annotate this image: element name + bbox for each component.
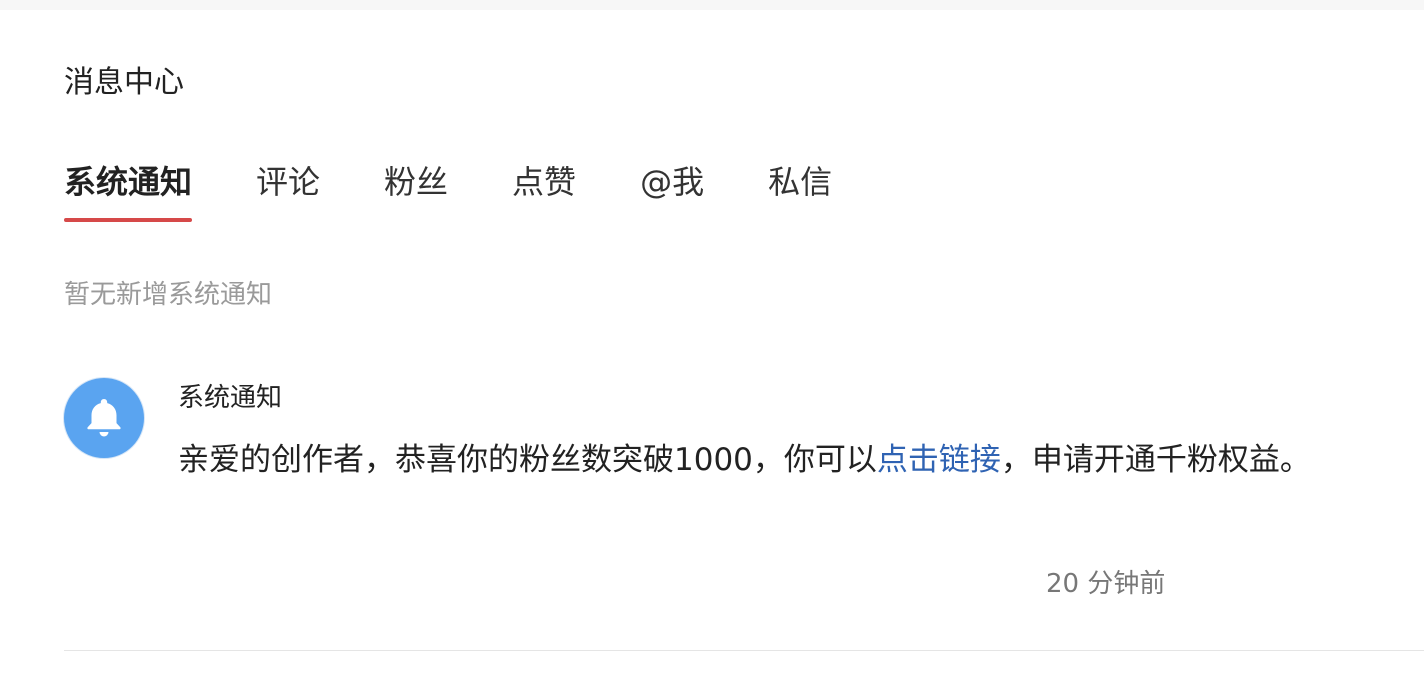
notification-divider — [64, 650, 1424, 651]
notification-title: 系统通知 — [178, 383, 283, 413]
tab-private-messages[interactable]: 私信 — [768, 160, 832, 204]
tab-likes[interactable]: 点赞 — [512, 160, 576, 204]
page-title: 消息中心 — [64, 65, 184, 100]
notification-message-prefix: 亲爱的创作者，恭喜你的粉丝数突破1000，你可以 — [178, 442, 877, 478]
top-strip — [0, 0, 1424, 10]
tab-mentions[interactable]: @我 — [640, 160, 704, 204]
notification-message-suffix: ，申请开通千粉权益。 — [1000, 442, 1311, 478]
notification-message: 亲爱的创作者，恭喜你的粉丝数突破1000，你可以点击链接，申请开通千粉权益。 — [178, 438, 1311, 482]
notification-avatar — [64, 378, 144, 458]
empty-state-text: 暂无新增系统通知 — [64, 280, 273, 310]
tab-comments[interactable]: 评论 — [256, 160, 320, 204]
message-tabs: 系统通知 评论 粉丝 点赞 @我 私信 — [64, 160, 832, 224]
system-notification-item: 系统通知 亲爱的创作者，恭喜你的粉丝数突破1000，你可以点击链接，申请开通千粉… — [64, 378, 1364, 653]
click-link[interactable]: 点击链接 — [877, 442, 1001, 478]
bell-icon — [87, 399, 121, 437]
tab-fans[interactable]: 粉丝 — [384, 160, 448, 204]
notification-time: 20 分钟前 — [1046, 569, 1166, 599]
message-center-page: 消息中心 系统通知 评论 粉丝 点赞 @我 私信 暂无新增系统通知 系统通知 亲… — [0, 0, 1424, 686]
tab-system-notification[interactable]: 系统通知 — [64, 160, 193, 222]
